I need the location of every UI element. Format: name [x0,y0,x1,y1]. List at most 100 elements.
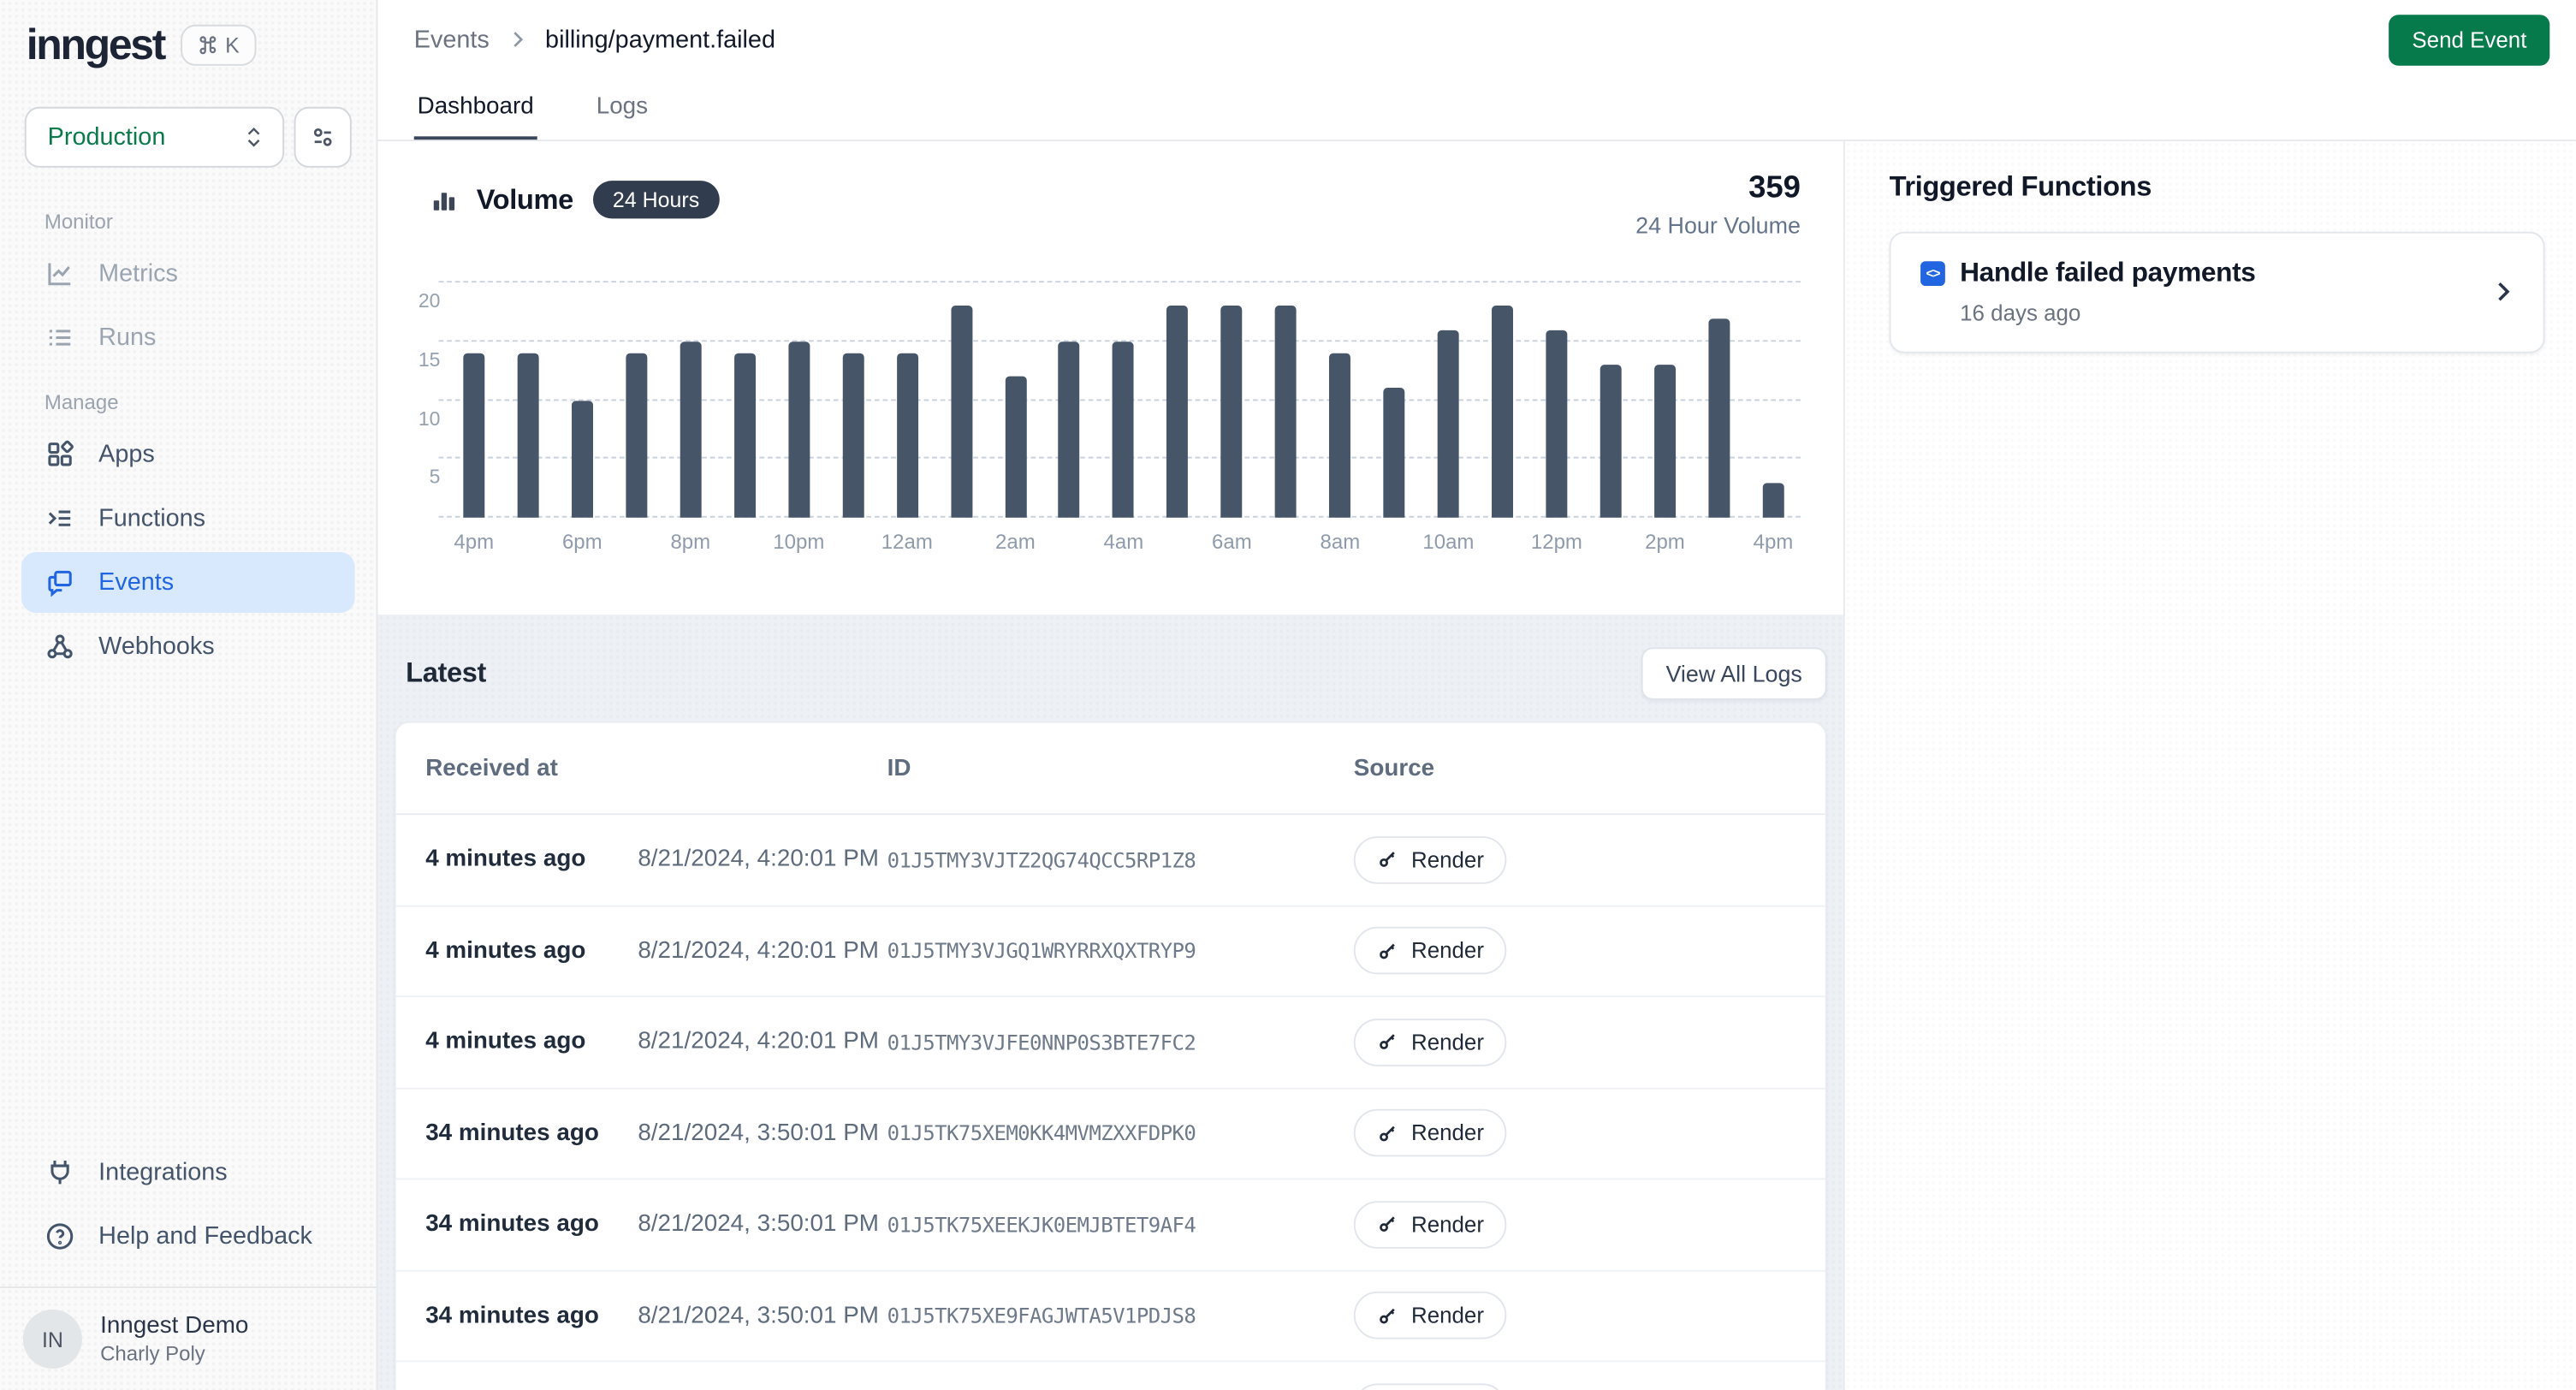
x-axis-tick-label: 4pm [447,531,501,554]
sidebar-item-webhooks[interactable]: Webhooks [21,616,355,677]
volume-bar[interactable] [1275,306,1297,518]
volume-bar[interactable] [1762,483,1784,518]
received-datetime: 8/21/2024, 3:50:01 PM [620,1120,879,1147]
sidebar-nav: Monitor Metrics Runs Manage Apps [0,177,377,680]
triggered-function-card[interactable]: <> Handle failed payments 16 days ago [1890,232,2545,353]
volume-bar[interactable] [734,353,756,518]
volume-bar[interactable] [1113,342,1134,518]
events-table: Received at ID Source 4 minutes ago8/21/… [395,722,1827,1390]
volume-title: Volume [477,183,573,216]
send-event-button[interactable]: Send Event [2389,14,2550,65]
y-axis-tick-label: 5 [401,466,440,489]
volume-bar[interactable] [788,342,810,518]
volume-bar[interactable] [518,353,539,518]
table-row[interactable]: 34 minutes ago8/21/2024, 3:50:01 PM01J5T… [396,1179,1825,1271]
source-badge[interactable]: Render [1354,1109,1507,1157]
x-axis-tick-label [1475,531,1529,554]
table-row[interactable]: 44 minutes ago8/21/2024, 3:40:01 PM01J5T… [396,1362,1825,1390]
event-id: 01J5TK75XEEKJK0EMJBTET9AF4 [879,1212,1354,1237]
volume-bar[interactable] [572,401,593,518]
table-header-row: Received at ID Source [396,723,1825,816]
volume-bar[interactable] [951,306,972,518]
volume-bar[interactable] [896,353,917,518]
source-badge[interactable]: Render [1354,836,1507,884]
volume-bar[interactable] [1059,342,1080,518]
chart-x-axis-labels: 4pm6pm8pm10pm12am2am4am6am8am10am12pm2pm… [447,531,1801,554]
sidebar-item-label: Webhooks [98,633,215,661]
volume-bar[interactable] [626,353,647,518]
event-id: 01J5TK75XE9FAGJWTA5V1PDJS8 [879,1304,1354,1328]
volume-bar[interactable] [1546,330,1567,517]
sidebar-item-functions[interactable]: Functions [21,488,355,549]
volume-bar[interactable] [1708,318,1730,518]
volume-bar[interactable] [1167,306,1189,518]
user-menu[interactable]: IN Inngest Demo Charly Poly [0,1286,377,1390]
breadcrumb-events-link[interactable]: Events [414,26,490,54]
volume-bar-chart: 5101520 [447,271,1801,518]
function-name: Handle failed payments [1960,258,2255,288]
sidebar-item-metrics[interactable]: Metrics [21,243,355,304]
inngest-logo: inngest [27,20,164,71]
volume-bar[interactable] [1005,377,1026,518]
table-row[interactable]: 4 minutes ago8/21/2024, 4:20:01 PM01J5TM… [396,906,1825,998]
line-chart-icon [45,258,75,288]
volume-bar[interactable] [1384,389,1405,518]
command-k-shortcut[interactable]: K [181,25,256,66]
received-relative-time: 4 minutes ago [425,846,620,873]
source-label: Render [1411,1212,1484,1237]
x-axis-tick-label [501,531,555,554]
event-id: 01J5TMY3VJFE0NNP0S3BTE7FC2 [879,1030,1354,1054]
sidebar-item-apps[interactable]: Apps [21,424,355,484]
table-row[interactable]: 4 minutes ago8/21/2024, 4:20:01 PM01J5TM… [396,997,1825,1089]
source-badge[interactable]: Render [1354,1383,1507,1390]
plug-icon [45,1156,75,1187]
volume-bar[interactable] [842,353,864,518]
x-axis-tick-label: 12pm [1529,531,1583,554]
source-label: Render [1411,847,1484,872]
tab-dashboard[interactable]: Dashboard [414,79,537,140]
sidebar-item-integrations[interactable]: Integrations [21,1142,355,1203]
triggered-functions-title: Triggered Functions [1890,171,2550,204]
volume-bar[interactable] [463,353,484,518]
table-body: 4 minutes ago8/21/2024, 4:20:01 PM01J5TM… [396,815,1825,1390]
sidebar-item-label: Help and Feedback [98,1222,312,1250]
source-badge[interactable]: Render [1354,927,1507,975]
volume-total: 359 [1635,171,1801,207]
sidebar-item-runs[interactable]: Runs [21,307,355,368]
sidebar-item-help-and-feedback[interactable]: Help and Feedback [21,1206,355,1267]
chevron-right-icon [506,28,529,51]
list-lines-icon [45,322,75,353]
volume-bar[interactable] [680,342,701,518]
events-icon [45,567,75,597]
source-badge[interactable]: Render [1354,1292,1507,1340]
volume-bar[interactable] [1492,306,1513,518]
column-header-source: Source [1354,755,1825,781]
bar-chart-icon [430,187,457,213]
view-all-logs-button[interactable]: View All Logs [1641,647,1827,699]
volume-bar[interactable] [1600,365,1622,517]
x-axis-tick-label: 6am [1205,531,1259,554]
sidebar-item-label: Runs [98,324,156,352]
sidebar-item-events[interactable]: Events [21,552,355,613]
y-axis-tick-label: 20 [401,289,440,312]
table-row[interactable]: 34 minutes ago8/21/2024, 3:50:01 PM01J5T… [396,1089,1825,1180]
sidebar-item-label: Metrics [98,259,178,288]
source-badge[interactable]: Render [1354,1019,1507,1066]
sidebar: inngest K Production Monito [0,0,378,1390]
app-window: inngest K Production Monito [0,0,2576,1390]
latest-title: Latest [406,657,486,690]
x-axis-tick-label: 10pm [772,531,826,554]
source-badge[interactable]: Render [1354,1201,1507,1249]
environment-settings-button[interactable] [294,107,352,168]
table-row[interactable]: 34 minutes ago8/21/2024, 3:50:01 PM01J5T… [396,1271,1825,1363]
volume-bar[interactable] [1438,330,1459,517]
tab-logs[interactable]: Logs [593,79,651,140]
volume-bar[interactable] [1329,353,1350,518]
volume-bar[interactable] [1221,306,1243,518]
table-row[interactable]: 4 minutes ago8/21/2024, 4:20:01 PM01J5TM… [396,815,1825,906]
x-axis-tick-label: 4am [1096,531,1150,554]
nav-section-manage: Manage [21,371,355,424]
environment-select-value: Production [48,123,166,151]
volume-bar[interactable] [1654,365,1676,517]
environment-select[interactable]: Production [25,107,284,168]
